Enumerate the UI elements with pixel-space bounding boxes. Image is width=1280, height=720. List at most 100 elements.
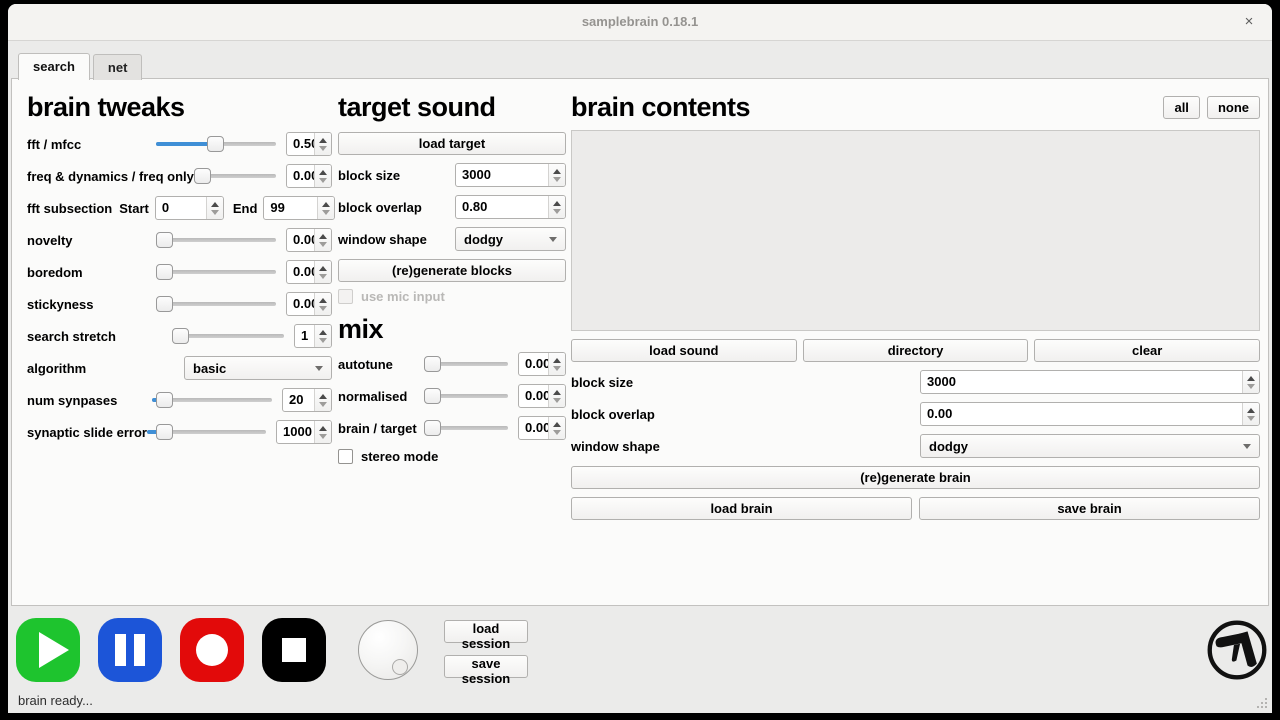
- fft-start-spinbox[interactable]: 0: [155, 196, 224, 220]
- spin-up-icon[interactable]: [319, 266, 327, 271]
- fft-end-spinbox[interactable]: 99: [263, 196, 335, 220]
- spin-up-icon[interactable]: [1247, 376, 1255, 381]
- spin-down-icon[interactable]: [553, 398, 561, 403]
- novelty-slider[interactable]: [156, 230, 276, 250]
- close-icon[interactable]: ×: [1236, 9, 1262, 35]
- fft-mfcc-spinbox[interactable]: 0.50: [286, 132, 332, 156]
- load-target-button[interactable]: load target: [338, 132, 566, 155]
- stickyness-spinbox[interactable]: 0.00: [286, 292, 332, 316]
- spin-down-icon[interactable]: [319, 338, 327, 343]
- slider-handle[interactable]: [424, 356, 441, 372]
- spin-up-icon[interactable]: [319, 330, 327, 335]
- spin-down-icon[interactable]: [319, 146, 327, 151]
- search-stretch-slider[interactable]: [172, 326, 284, 346]
- stop-button[interactable]: [262, 618, 326, 682]
- play-button[interactable]: [16, 618, 80, 682]
- target-window-shape-dropdown[interactable]: dodgy: [455, 227, 566, 251]
- spin-up-icon[interactable]: [319, 298, 327, 303]
- spin-up-icon[interactable]: [211, 202, 219, 207]
- select-none-button[interactable]: none: [1207, 96, 1260, 119]
- stereo-mode-checkbox[interactable]: stereo mode: [338, 448, 566, 464]
- spin-down-icon[interactable]: [319, 306, 327, 311]
- resize-grip[interactable]: [1256, 697, 1269, 710]
- brain-block-overlap-spinbox[interactable]: 0.00: [920, 402, 1260, 426]
- spin-down-icon[interactable]: [553, 430, 561, 435]
- synaptic-slide-error-slider[interactable]: [147, 422, 266, 442]
- record-button[interactable]: [180, 618, 244, 682]
- slider-handle[interactable]: [172, 328, 189, 344]
- brain-contents-list[interactable]: [571, 130, 1260, 331]
- slider-handle[interactable]: [194, 168, 211, 184]
- slider-handle[interactable]: [156, 296, 173, 312]
- fft-mfcc-slider[interactable]: [156, 134, 276, 154]
- spin-down-icon[interactable]: [1247, 384, 1255, 389]
- slider-handle[interactable]: [156, 424, 173, 440]
- autotune-spinbox[interactable]: 0.00: [518, 352, 566, 376]
- spin-down-icon[interactable]: [319, 178, 327, 183]
- spin-down-icon[interactable]: [319, 274, 327, 279]
- spin-down-icon[interactable]: [319, 242, 327, 247]
- brain-target-spinbox[interactable]: 0.00: [518, 416, 566, 440]
- spin-down-icon[interactable]: [553, 209, 561, 214]
- target-block-size-spinbox[interactable]: 3000: [455, 163, 566, 187]
- target-block-overlap-spinbox[interactable]: 0.80: [455, 195, 566, 219]
- freq-dynamics-slider[interactable]: [194, 166, 276, 186]
- spin-up-icon[interactable]: [1247, 408, 1255, 413]
- spin-up-icon[interactable]: [319, 394, 327, 399]
- slider-handle[interactable]: [424, 420, 441, 436]
- tab-search[interactable]: search: [18, 53, 90, 80]
- num-synpases-slider[interactable]: [152, 390, 272, 410]
- regenerate-brain-button[interactable]: (re)generate brain: [571, 466, 1260, 489]
- slider-handle[interactable]: [424, 388, 441, 404]
- spin-down-icon[interactable]: [211, 210, 219, 215]
- pause-button[interactable]: [98, 618, 162, 682]
- normalised-slider[interactable]: [424, 386, 508, 406]
- spin-down-icon[interactable]: [553, 177, 561, 182]
- brain-window-shape-dropdown[interactable]: dodgy: [920, 434, 1260, 458]
- spin-up-icon[interactable]: [319, 170, 327, 175]
- select-all-button[interactable]: all: [1163, 96, 1199, 119]
- spin-up-icon[interactable]: [322, 202, 330, 207]
- slider-handle[interactable]: [156, 264, 173, 280]
- load-brain-button[interactable]: load brain: [571, 497, 912, 520]
- save-session-button[interactable]: save session: [444, 655, 528, 678]
- algorithm-dropdown[interactable]: basic: [184, 356, 332, 380]
- normalised-spinbox[interactable]: 0.00: [518, 384, 566, 408]
- spin-down-icon[interactable]: [319, 434, 327, 439]
- directory-button[interactable]: directory: [803, 339, 1029, 362]
- spin-up-icon[interactable]: [553, 201, 561, 206]
- volume-knob[interactable]: [358, 620, 418, 680]
- regenerate-blocks-button[interactable]: (re)generate blocks: [338, 259, 566, 282]
- spin-up-icon[interactable]: [319, 138, 327, 143]
- autotune-slider[interactable]: [424, 354, 508, 374]
- boredom-slider[interactable]: [156, 262, 276, 282]
- spin-up-icon[interactable]: [319, 234, 327, 239]
- load-sound-button[interactable]: load sound: [571, 339, 797, 362]
- save-brain-button[interactable]: save brain: [919, 497, 1260, 520]
- tab-net[interactable]: net: [93, 54, 143, 80]
- spin-up-icon[interactable]: [553, 390, 561, 395]
- spin-down-icon[interactable]: [319, 402, 327, 407]
- spin-down-icon[interactable]: [553, 366, 561, 371]
- clear-button[interactable]: clear: [1034, 339, 1260, 362]
- spin-down-icon[interactable]: [1247, 416, 1255, 421]
- spin-up-icon[interactable]: [319, 426, 327, 431]
- num-synpases-spinbox[interactable]: 20: [282, 388, 332, 412]
- synaptic-slide-error-spinbox[interactable]: 1000: [276, 420, 332, 444]
- load-session-button[interactable]: load session: [444, 620, 528, 643]
- slider-handle[interactable]: [156, 392, 173, 408]
- slider-handle[interactable]: [156, 232, 173, 248]
- spin-up-icon[interactable]: [553, 358, 561, 363]
- spin-up-icon[interactable]: [553, 422, 561, 427]
- brain-target-slider[interactable]: [424, 418, 508, 438]
- boredom-spinbox[interactable]: 0.00: [286, 260, 332, 284]
- title-bar[interactable]: samplebrain 0.18.1 ×: [8, 4, 1272, 41]
- brain-block-size-spinbox[interactable]: 3000: [920, 370, 1260, 394]
- search-stretch-spinbox[interactable]: 1: [294, 324, 332, 348]
- spin-up-icon[interactable]: [553, 169, 561, 174]
- spin-down-icon[interactable]: [322, 210, 330, 215]
- stickyness-slider[interactable]: [156, 294, 276, 314]
- novelty-spinbox[interactable]: 0.00: [286, 228, 332, 252]
- freq-dynamics-spinbox[interactable]: 0.00: [286, 164, 332, 188]
- slider-handle[interactable]: [207, 136, 224, 152]
